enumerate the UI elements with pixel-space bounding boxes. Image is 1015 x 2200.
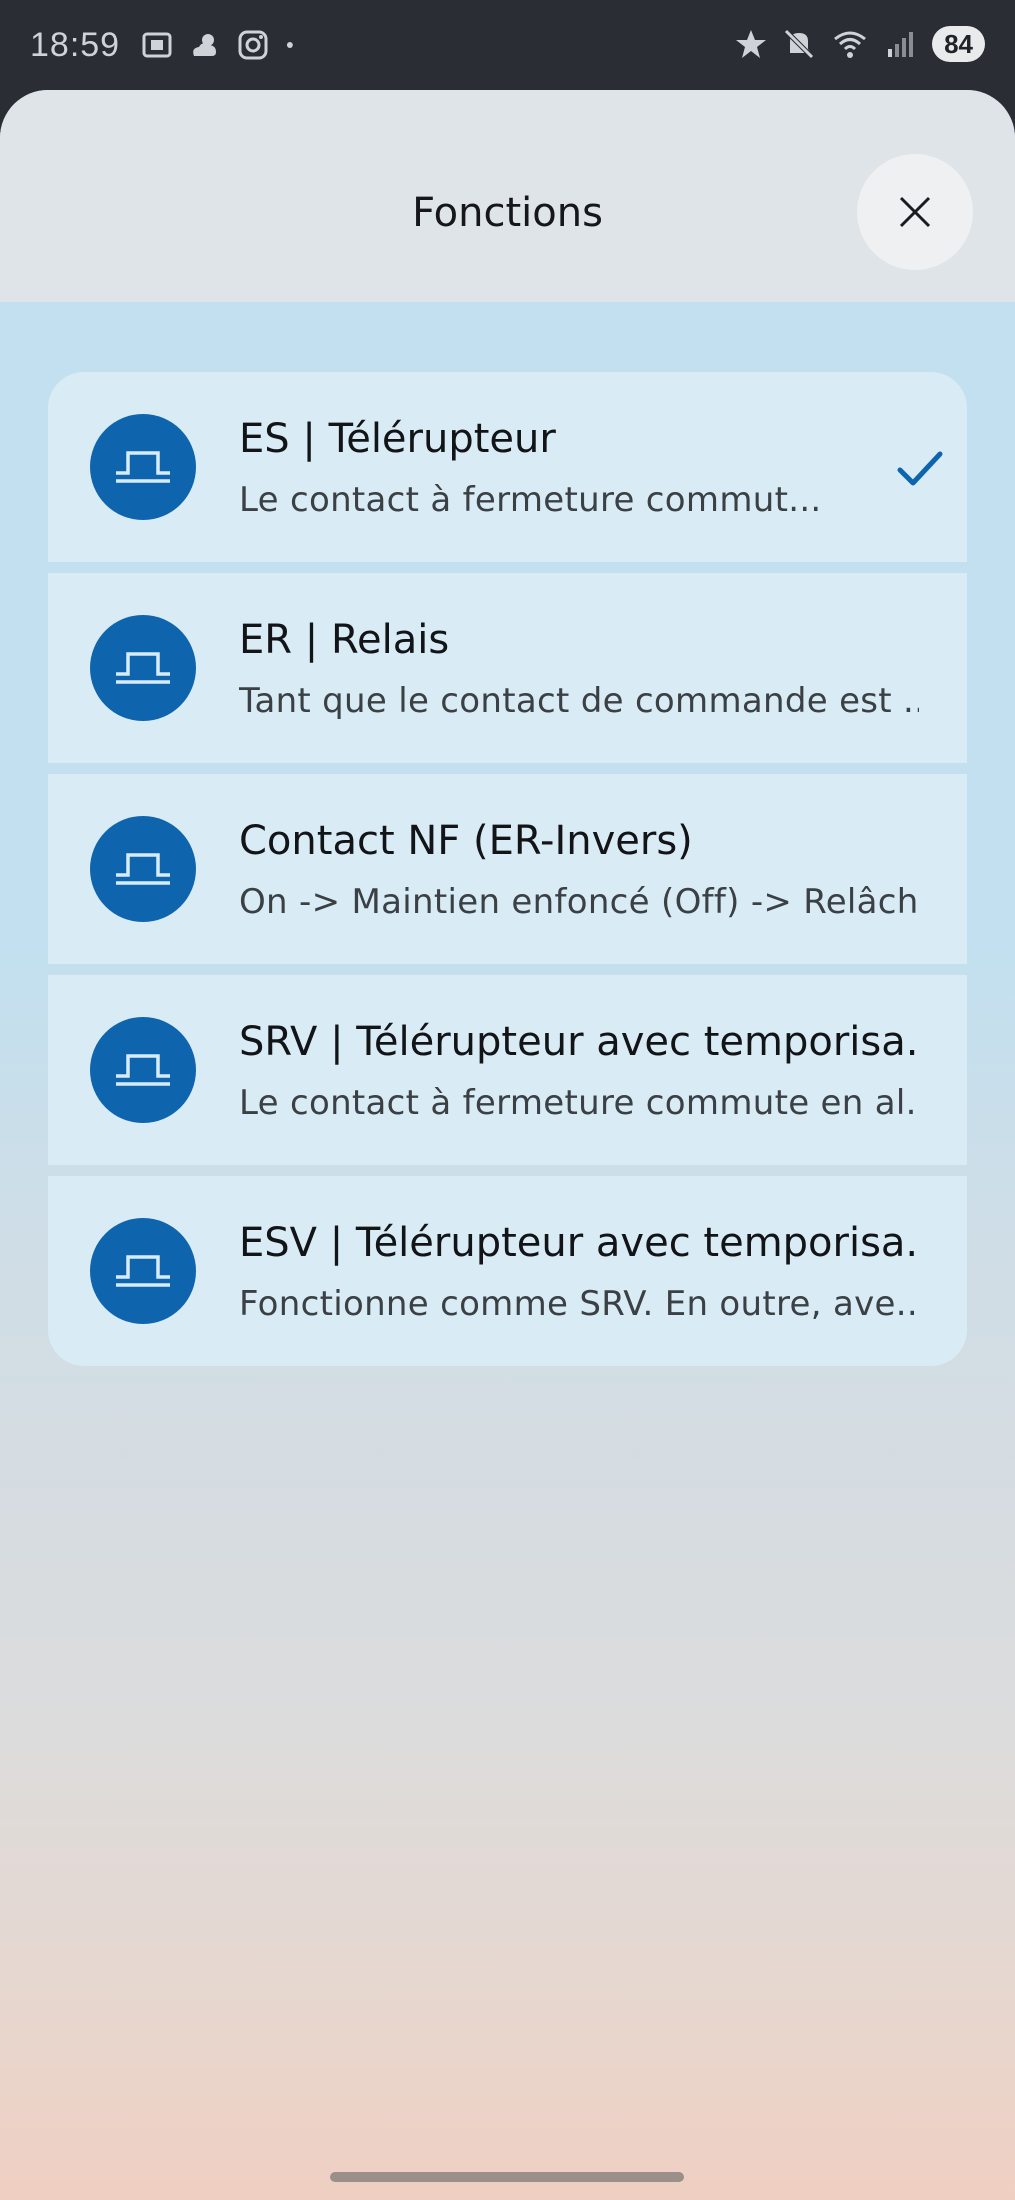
screenshot-icon <box>142 32 172 58</box>
function-title: ES | Télérupteur <box>239 416 556 462</box>
function-item-contact-nf[interactable]: Contact NF (ER-Invers) On -> Maintien en… <box>48 774 967 964</box>
functions-sheet: Fonctions ES | Télérupteur Le contact à … <box>0 90 1015 2200</box>
function-description: On -> Maintien enfoncé (Off) -> Relâch..… <box>239 882 919 922</box>
close-icon <box>899 196 931 228</box>
function-item-er[interactable]: ER | Relais Tant que le contact de comma… <box>48 573 967 763</box>
function-item-esv[interactable]: ESV | Télérupteur avec temporisa... Fonc… <box>48 1176 967 1366</box>
pulse-icon <box>90 615 196 721</box>
status-time: 18:59 <box>30 26 121 64</box>
close-button[interactable] <box>857 154 973 270</box>
pulse-icon <box>90 414 196 520</box>
pulse-icon <box>90 1218 196 1324</box>
checkmark-icon <box>897 451 943 486</box>
signal-icon <box>888 32 914 57</box>
wifi-icon <box>834 31 867 58</box>
status-left-icons <box>140 28 304 62</box>
function-description: Le contact à fermeture commut... <box>239 480 822 520</box>
function-item-srv[interactable]: SRV | Télérupteur avec temporisa... Le c… <box>48 975 967 1165</box>
function-description: Le contact à fermeture commute en al... <box>239 1083 919 1123</box>
function-description: Tant que le contact de commande est ... <box>239 681 919 721</box>
status-right-icons: 84 <box>734 26 985 62</box>
instagram-icon <box>238 30 268 60</box>
dot-icon <box>286 42 293 48</box>
functions-list: ES | Télérupteur Le contact à fermeture … <box>48 372 967 1366</box>
cloud-sun-icon <box>193 34 216 56</box>
star-icon <box>736 30 767 58</box>
mute-icon <box>784 29 814 59</box>
function-item-es[interactable]: ES | Télérupteur Le contact à fermeture … <box>48 372 967 562</box>
battery-level: 84 <box>932 26 985 62</box>
status-bar: 18:59 84 <box>0 0 1015 92</box>
pulse-icon <box>90 1017 196 1123</box>
function-title: ER | Relais <box>239 617 450 663</box>
function-title: Contact NF (ER-Invers) <box>239 818 693 864</box>
pulse-icon <box>90 816 196 922</box>
sheet-header: Fonctions <box>0 90 1015 302</box>
home-indicator[interactable] <box>330 2172 684 2182</box>
function-description: Fonctionne comme SRV. En outre, ave... <box>239 1284 919 1324</box>
function-title: SRV | Télérupteur avec temporisa... <box>239 1019 919 1065</box>
function-title: ESV | Télérupteur avec temporisa... <box>239 1220 919 1266</box>
